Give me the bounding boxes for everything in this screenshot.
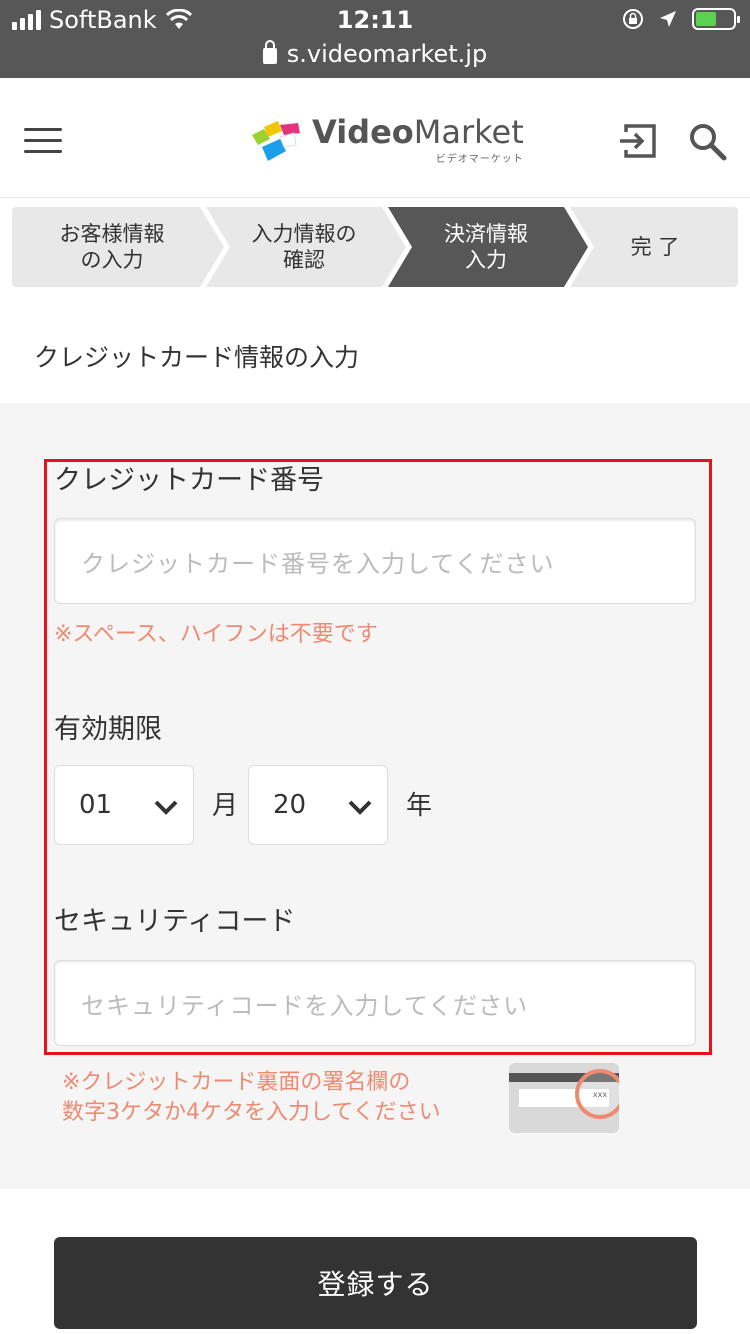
site-logo[interactable]: VideoMarket ビデオマーケット [250,116,524,165]
orientation-lock-icon [623,9,643,29]
location-icon [660,11,676,27]
url-text: s.videomarket.jp [286,40,488,68]
logo-subtext: ビデオマーケット [435,154,524,165]
logo-text: VideoMarket [312,113,524,151]
status-bar: SoftBank 12:11 s.videomarket.jp [0,0,750,78]
register-button[interactable]: 登録する [54,1237,697,1329]
lock-icon [262,40,277,64]
url-bar[interactable]: s.videomarket.jp [0,40,750,68]
security-code-marker: xxx [575,1069,619,1119]
highlight-frame [44,459,712,1055]
menu-icon[interactable] [24,128,62,161]
status-right [622,8,740,30]
section-title: クレジットカード情報の入力 [34,343,360,372]
search-icon[interactable] [688,122,728,162]
step-customer-info: お客様情報 の入力 [59,222,165,272]
step-indicator: お客様情報 の入力 入力情報の 確認 決済情報 入力 完 了 [12,207,738,287]
site-header: VideoMarket ビデオマーケット [0,78,750,198]
logo-mark-icon [252,120,300,161]
step-payment: 決済情報 入力 [444,222,528,272]
step-complete: 完 了 [630,235,680,259]
step-confirm: 入力情報の 確認 [251,222,357,272]
login-icon[interactable] [618,122,658,160]
security-code-note: ※クレジットカード裏面の署名欄の 数字3ケタか4ケタを入力してください [62,1070,441,1125]
battery-icon [692,8,740,30]
card-back-illustration: xxx [509,1063,619,1133]
